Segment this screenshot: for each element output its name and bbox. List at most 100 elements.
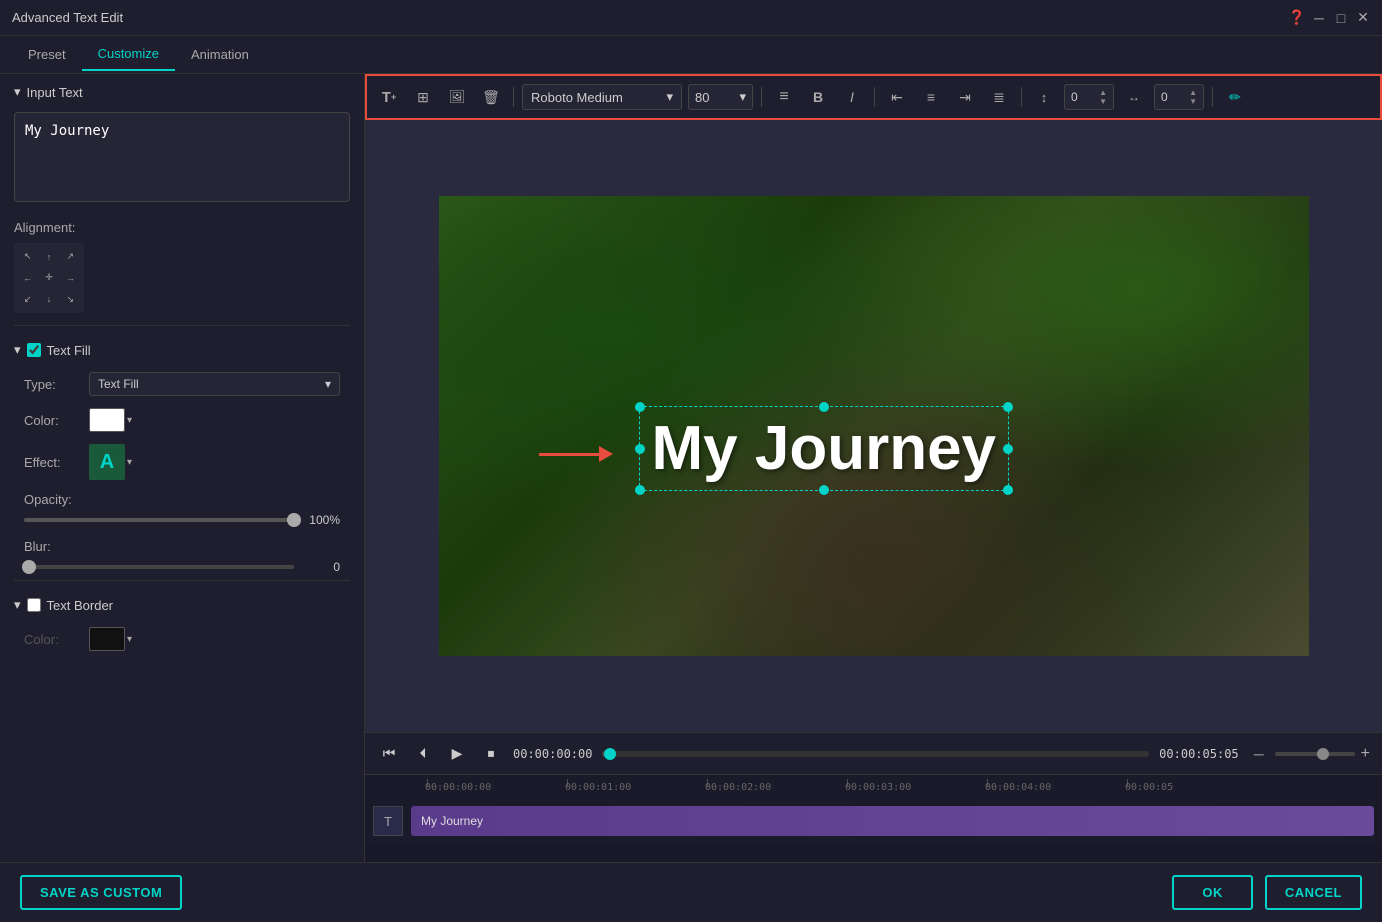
- border-color-picker[interactable]: ▾: [89, 627, 132, 651]
- track-clip[interactable]: My Journey: [411, 806, 1374, 836]
- align-left-button[interactable]: ⇤: [883, 83, 911, 111]
- alignment-section: Alignment: ↖ ↑ ↗ ← ✛ → ↙ ↓ ↘: [0, 216, 364, 325]
- timeline-progress-bar[interactable]: [602, 751, 1149, 757]
- transform-button[interactable]: ⊞: [409, 83, 437, 111]
- back-frame-button[interactable]: ⏴: [411, 742, 435, 766]
- text-overlay-container[interactable]: My Journey: [639, 406, 1010, 491]
- ok-button[interactable]: OK: [1172, 875, 1253, 910]
- handle-top-left[interactable]: [635, 402, 645, 412]
- zoom-slider-thumb[interactable]: [1317, 748, 1329, 760]
- align-middle-right[interactable]: →: [61, 268, 80, 287]
- text-fill-section-header[interactable]: ▾ Text Fill: [0, 334, 364, 366]
- opacity-slider[interactable]: [24, 518, 294, 522]
- arrow-indicator: [539, 446, 613, 462]
- align-bottom-center[interactable]: ↓: [39, 290, 58, 309]
- blur-value: 0: [304, 560, 340, 574]
- text-border-label: Text Border: [47, 598, 113, 613]
- spacing-icon: ↕: [1030, 83, 1058, 111]
- zoom-controls: ─ +: [1249, 744, 1370, 764]
- minimize-button[interactable]: ─: [1312, 11, 1326, 25]
- toolbar-sep-5: [1212, 87, 1213, 107]
- color-picker[interactable]: ▾: [89, 408, 132, 432]
- kerning-input[interactable]: 0 ▲ ▼: [1154, 84, 1204, 110]
- timeline-playhead[interactable]: [604, 748, 616, 760]
- play-button[interactable]: ▶: [445, 742, 469, 766]
- input-text-field[interactable]: My Journey: [14, 112, 350, 202]
- font-family-select[interactable]: Roboto Medium ▾: [522, 84, 682, 110]
- align-center[interactable]: ✛: [39, 268, 58, 287]
- handle-bottom-left[interactable]: [635, 485, 645, 495]
- toolbar-sep-2: [761, 87, 762, 107]
- tab-preset[interactable]: Preset: [12, 39, 82, 70]
- align-center-button[interactable]: ≡: [917, 83, 945, 111]
- handle-bottom-right[interactable]: [1003, 485, 1013, 495]
- tab-customize[interactable]: Customize: [82, 38, 175, 71]
- effect-picker[interactable]: A ▾: [89, 444, 132, 480]
- divider-2: [14, 580, 350, 581]
- blur-row: Blur: 0: [0, 533, 364, 580]
- cancel-button[interactable]: CANCEL: [1265, 875, 1362, 910]
- font-size-value: 80: [695, 90, 709, 105]
- color-dropdown-arrow-icon[interactable]: ▾: [127, 415, 132, 426]
- handle-middle-left[interactable]: [635, 444, 645, 454]
- app-title: Advanced Text Edit: [12, 10, 123, 25]
- spacing-up-icon[interactable]: ▲: [1099, 88, 1107, 97]
- align-right-button[interactable]: ⇥: [951, 83, 979, 111]
- align-justify-button[interactable]: ≣: [985, 83, 1013, 111]
- zoom-add-button[interactable]: +: [1361, 745, 1370, 763]
- effect-preview[interactable]: A: [89, 444, 125, 480]
- bold-button[interactable]: B: [804, 83, 832, 111]
- zoom-slider[interactable]: [1275, 752, 1355, 756]
- save-as-custom-button[interactable]: SAVE AS CUSTOM: [20, 875, 182, 910]
- image-button[interactable]: 🖼: [443, 83, 471, 111]
- type-label: Type:: [24, 377, 79, 392]
- handle-top-middle[interactable]: [819, 402, 829, 412]
- color-row: Color: ▾: [0, 402, 364, 438]
- rewind-button[interactable]: ⏮: [377, 742, 401, 766]
- delete-button[interactable]: 🗑: [477, 83, 505, 111]
- kerning-up-icon[interactable]: ▲: [1189, 88, 1197, 97]
- type-select[interactable]: Text Fill ▾: [89, 372, 340, 396]
- font-family-value: Roboto Medium: [531, 90, 623, 105]
- add-text-button[interactable]: T+: [375, 83, 403, 111]
- align-top-center[interactable]: ↑: [39, 247, 58, 266]
- kerning-down-icon[interactable]: ▼: [1189, 97, 1197, 106]
- track-type-icon[interactable]: T: [373, 806, 403, 836]
- color-swatch[interactable]: [89, 408, 125, 432]
- align-top-left[interactable]: ↖: [18, 247, 37, 266]
- blur-slider[interactable]: [24, 565, 294, 569]
- handle-top-right[interactable]: [1003, 402, 1013, 412]
- pen-tool-button[interactable]: ✏: [1221, 83, 1249, 111]
- color-label: Color:: [24, 413, 79, 428]
- spacing-down-icon[interactable]: ▼: [1099, 97, 1107, 106]
- italic-button[interactable]: I: [838, 83, 866, 111]
- overlay-text[interactable]: My Journey: [640, 407, 1009, 490]
- border-color-row: Color: ▾: [0, 621, 364, 657]
- maximize-button[interactable]: □: [1334, 11, 1348, 25]
- border-color-label: Color:: [24, 632, 79, 647]
- border-color-swatch[interactable]: [89, 627, 125, 651]
- close-button[interactable]: ✕: [1356, 11, 1370, 25]
- zoom-minus-button[interactable]: ─: [1249, 744, 1269, 764]
- input-text-section-header[interactable]: ▾ Input Text: [0, 74, 364, 108]
- help-button[interactable]: ❓: [1290, 11, 1304, 25]
- tab-animation[interactable]: Animation: [175, 39, 265, 70]
- align-bottom-right[interactable]: ↘: [61, 290, 80, 309]
- text-border-checkbox[interactable]: [27, 598, 41, 612]
- line-spacing-input[interactable]: 0 ▲ ▼: [1064, 84, 1114, 110]
- opacity-row: Opacity: 100%: [0, 486, 364, 533]
- handle-middle-right[interactable]: [1003, 444, 1013, 454]
- type-value: Text Fill: [98, 377, 139, 391]
- align-top-right[interactable]: ↗: [61, 247, 80, 266]
- border-color-dropdown-arrow-icon[interactable]: ▾: [127, 634, 132, 645]
- handle-bottom-middle[interactable]: [819, 485, 829, 495]
- align-bottom-left[interactable]: ↙: [18, 290, 37, 309]
- text-border-section-header[interactable]: ▾ Text Border: [0, 589, 364, 621]
- stop-button[interactable]: ⏹: [479, 742, 503, 766]
- text-fill-checkbox[interactable]: [27, 343, 41, 357]
- align-middle-left[interactable]: ←: [18, 268, 37, 287]
- font-size-select[interactable]: 80 ▾: [688, 84, 753, 110]
- bottom-bar: SAVE AS CUSTOM OK CANCEL: [0, 862, 1382, 922]
- line-height-icon[interactable]: ≡: [770, 83, 798, 111]
- effect-dropdown-arrow-icon[interactable]: ▾: [127, 457, 132, 468]
